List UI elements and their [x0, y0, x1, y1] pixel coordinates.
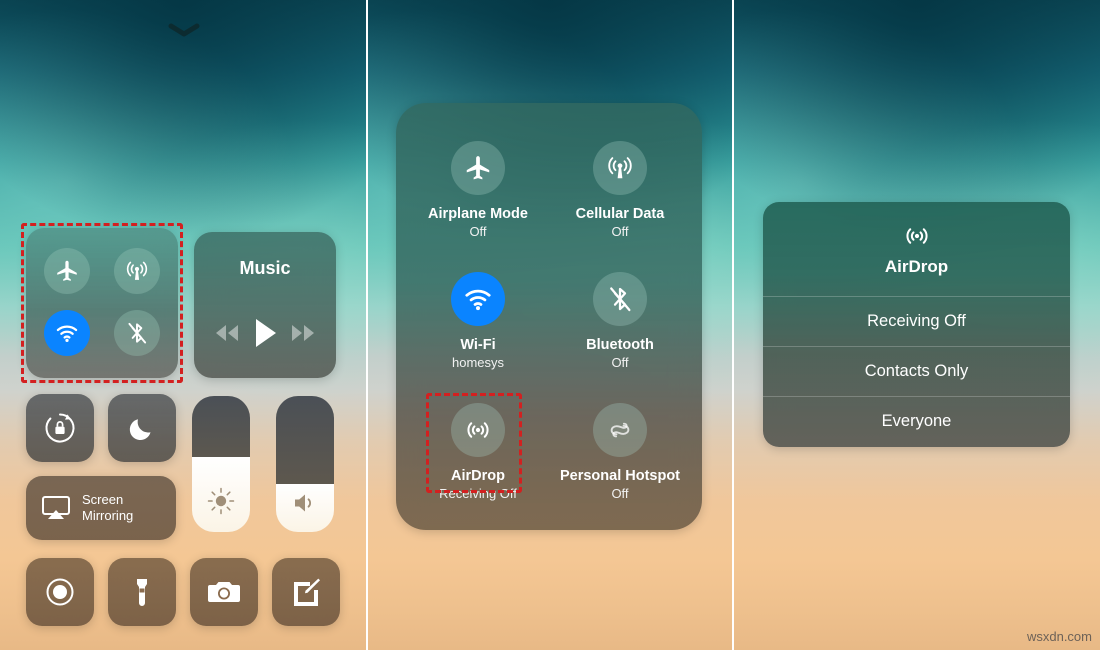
panel-divider-1 [366, 0, 368, 650]
airdrop-options-sheet: AirDrop Receiving Off Contacts Only Ever… [763, 202, 1070, 447]
toggle-label: Airplane Mode [428, 206, 528, 222]
toggle-status: homesys [451, 355, 505, 370]
hotspot-icon [610, 422, 630, 438]
toggle-status: Off [611, 224, 629, 239]
bluetooth-off-icon [610, 287, 631, 312]
rotation-lock-icon [45, 413, 75, 443]
screen-record-button[interactable] [26, 558, 94, 626]
airdrop-option-receiving-off[interactable]: Receiving Off [763, 296, 1070, 346]
bluetooth-toggle-circle[interactable] [593, 272, 647, 326]
annotation-box-airdrop [426, 393, 522, 493]
airdrop-sheet-title: AirDrop [884, 257, 949, 276]
cellular-toggle-circle[interactable] [593, 141, 647, 195]
camera-button[interactable] [190, 558, 258, 626]
screen-record-icon [46, 578, 74, 606]
toggle-label: Bluetooth [586, 337, 654, 353]
airplane-icon [466, 156, 490, 180]
toggle-cellular-data[interactable]: Cellular Data Off [550, 141, 690, 240]
wifi-toggle-circle[interactable] [451, 272, 505, 326]
brightness-icon [192, 486, 250, 516]
screenshot-stage: Music Screen Mirroring Airplane Mode Off… [0, 0, 1100, 650]
airdrop-option-everyone[interactable]: Everyone [763, 396, 1070, 446]
music-title: Music [239, 258, 291, 278]
panel-divider-2 [732, 0, 734, 650]
toggle-status: Off [469, 224, 487, 239]
notes-button[interactable] [272, 558, 340, 626]
toggle-label: Cellular Data [575, 206, 665, 222]
rewind-icon[interactable] [212, 322, 242, 344]
wifi-icon [465, 289, 491, 311]
forward-icon[interactable] [288, 322, 318, 344]
airdrop-icon [905, 228, 928, 244]
flashlight-button[interactable] [108, 558, 176, 626]
volume-icon [276, 490, 334, 516]
camera-icon [208, 582, 240, 602]
toggle-status: Off [611, 486, 629, 501]
hotspot-toggle-circle[interactable] [593, 403, 647, 457]
toggle-status: Off [611, 355, 629, 370]
annotation-box-connectivity [21, 223, 183, 383]
watermark: wsxdn.com [1026, 629, 1092, 644]
toggle-bluetooth[interactable]: Bluetooth Off [550, 272, 690, 371]
moon-icon [129, 419, 151, 441]
do-not-disturb-button[interactable] [108, 394, 176, 462]
screen-mirroring-button[interactable]: Screen Mirroring [26, 476, 176, 540]
flashlight-icon [137, 579, 147, 606]
airplane-toggle-circle[interactable] [451, 141, 505, 195]
notes-icon [294, 578, 320, 606]
brightness-slider[interactable] [192, 396, 250, 532]
play-icon[interactable] [250, 316, 280, 350]
toggle-wifi[interactable]: Wi-Fi homesys [408, 272, 548, 371]
toggle-personal-hotspot[interactable]: Personal Hotspot Off [550, 403, 690, 502]
screen-mirroring-line1: Screen [82, 492, 124, 507]
cellular-icon [608, 157, 632, 179]
chevron-down-icon[interactable] [168, 22, 200, 38]
airdrop-sheet-header: AirDrop [763, 202, 1070, 296]
toggle-airplane-mode[interactable]: Airplane Mode Off [408, 141, 548, 240]
toggle-label: Personal Hotspot [559, 468, 681, 484]
airdrop-option-contacts-only[interactable]: Contacts Only [763, 346, 1070, 396]
volume-slider[interactable] [276, 396, 334, 532]
screen-mirroring-label: Screen Mirroring [82, 492, 133, 524]
rotation-lock-button[interactable] [26, 394, 94, 462]
toggle-label: Wi-Fi [460, 337, 496, 353]
music-widget[interactable]: Music [194, 232, 336, 378]
airplay-icon [42, 496, 70, 519]
screen-mirroring-line2: Mirroring [82, 508, 134, 523]
